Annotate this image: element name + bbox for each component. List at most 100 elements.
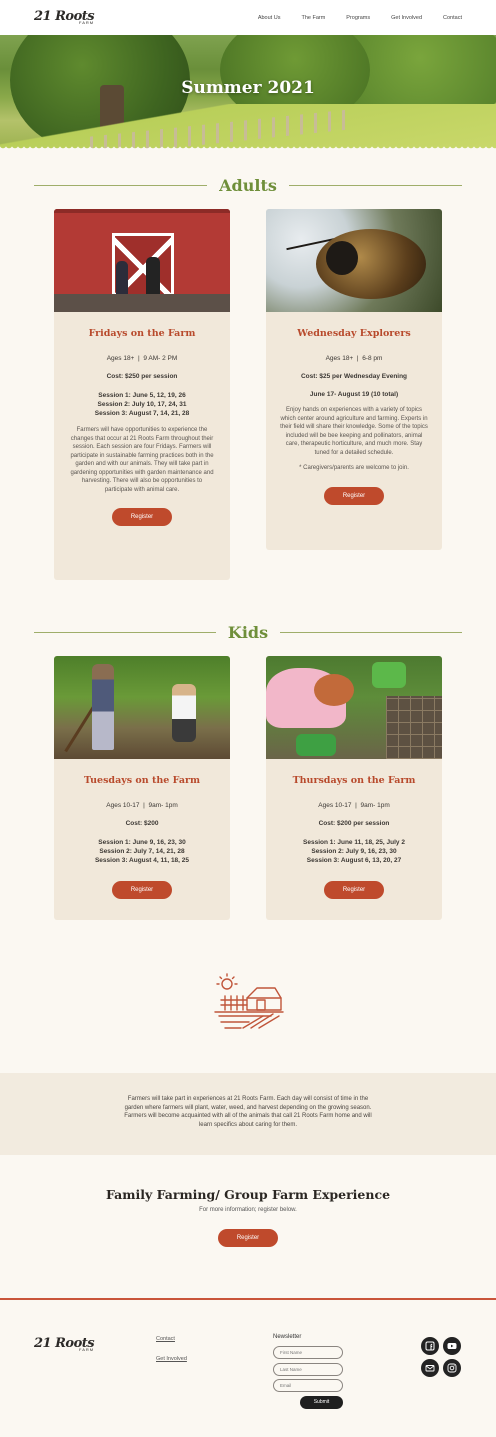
photo-detail: [314, 674, 354, 706]
nav-about-us[interactable]: About Us: [258, 15, 281, 21]
card-cost: Cost: $200: [125, 820, 159, 827]
adults-title: Adults: [219, 176, 277, 195]
farm-barn-icon: [214, 973, 284, 1029]
footer-logo[interactable]: 21 Roots FARM: [34, 1337, 95, 1352]
newsletter-label: Newsletter: [273, 1334, 302, 1340]
program-card-wednesday: Wednesday Explorers Ages 18+ | 6-8 pm Co…: [266, 209, 442, 550]
garden-watering-photo: [266, 656, 442, 759]
card-dates: June 17- August 19 (10 total): [309, 391, 399, 398]
site-header: 21 Roots FARM About Us The Farm Programs…: [0, 0, 496, 35]
session-line: Session 3: August 6, 13, 20, 27: [306, 857, 402, 864]
session-line: Session 1: June 9, 16, 23, 30: [98, 839, 186, 846]
separator: |: [355, 802, 357, 809]
photo-detail: [326, 241, 358, 275]
card-ages: Ages 18+: [106, 355, 135, 362]
separator: |: [356, 355, 359, 362]
first-name-field[interactable]: [273, 1346, 343, 1359]
kids-heading: Kids: [34, 623, 462, 642]
card-schedule: Ages 18+ | 9 AM- 2 PM: [54, 355, 230, 362]
footer-link-contact[interactable]: Contact: [156, 1336, 175, 1342]
button-wrap: Register: [54, 508, 230, 526]
family-title: Family Farming/ Group Farm Experience: [105, 1187, 391, 1202]
card-schedule: Ages 10-17 | 9am- 1pm: [266, 802, 442, 809]
register-button[interactable]: Register: [112, 508, 172, 526]
hero-torn-edge: [0, 145, 496, 153]
card-sessions: Session 1: June 9, 16, 23, 30 Session 2:…: [54, 838, 230, 865]
logo-subtext: FARM: [78, 1347, 95, 1352]
adults-heading: Adults: [34, 176, 462, 195]
divider-line: [280, 632, 462, 633]
card-schedule: Ages 10-17 | 9am- 1pm: [54, 802, 230, 809]
divider-line: [288, 185, 462, 186]
bee-photo: [266, 209, 442, 312]
card-time: 6-8 pm: [362, 355, 383, 362]
facebook-link[interactable]: [421, 1337, 439, 1355]
card-ages: Ages 10-17: [318, 802, 352, 809]
email-field[interactable]: [273, 1379, 343, 1392]
register-button[interactable]: Register: [112, 881, 172, 899]
card-note: * Caregivers/parents are welcome to join…: [299, 465, 409, 471]
separator: |: [143, 802, 145, 809]
garden-hoeing-photo: [54, 656, 230, 759]
kids-title: Kids: [227, 623, 269, 642]
nav-the-farm[interactable]: The Farm: [301, 15, 325, 21]
instagram-link[interactable]: [443, 1359, 461, 1377]
card-time: 9 AM- 2 PM: [143, 355, 178, 362]
nav-programs[interactable]: Programs: [346, 15, 370, 21]
button-wrap: Register: [266, 881, 442, 899]
logo-subtext: FARM: [78, 20, 95, 25]
footer-divider: [0, 1298, 496, 1300]
family-register-button[interactable]: Register: [218, 1229, 278, 1247]
card-title: Fridays on the Farm: [88, 328, 196, 339]
info-band: Farmers will take part in experiences at…: [0, 1073, 496, 1155]
register-button[interactable]: Register: [324, 881, 384, 899]
photo-detail: [54, 294, 230, 312]
session-line: Session 2: July 9, 16, 23, 30: [311, 848, 397, 855]
photo-detail: [386, 696, 442, 759]
submit-button[interactable]: Submit: [300, 1396, 343, 1409]
photo-detail: [372, 662, 406, 688]
session-line: Session 1: June 5, 12, 19, 26: [98, 392, 186, 399]
register-button[interactable]: Register: [324, 487, 384, 505]
card-description: Enjoy hands on experiences with a variet…: [280, 407, 428, 456]
nav-get-involved[interactable]: Get Involved: [391, 15, 422, 21]
photo-detail: [92, 664, 114, 750]
program-card-tuesdays: Tuesdays on the Farm Ages 10-17 | 9am- 1…: [54, 656, 230, 920]
separator: |: [137, 355, 140, 362]
card-sessions: Session 1: June 11, 18, 25, July 2 Sessi…: [266, 838, 442, 865]
email-link[interactable]: [421, 1359, 439, 1377]
main-nav: About Us The Farm Programs Get Involved …: [237, 15, 462, 21]
session-line: Session 2: July 10, 17, 24, 31: [97, 401, 187, 408]
button-wrap: Register: [266, 487, 442, 505]
footer-link-get-involved[interactable]: Get Involved: [156, 1356, 187, 1362]
card-description: Farmers will have opportunities to exper…: [70, 427, 214, 493]
photo-detail: [172, 684, 196, 742]
card-ages: Ages 10-17: [106, 802, 140, 809]
divider-line: [34, 185, 208, 186]
session-line: Session 1: June 11, 18, 25, July 2: [303, 839, 405, 846]
card-time: 9am- 1pm: [148, 802, 178, 809]
last-name-field[interactable]: [273, 1363, 343, 1376]
card-sessions: Session 1: June 5, 12, 19, 26 Session 2:…: [54, 391, 230, 418]
site-logo[interactable]: 21 Roots FARM: [34, 10, 95, 25]
youtube-icon: [447, 1343, 457, 1349]
nav-contact[interactable]: Contact: [443, 15, 462, 21]
program-card-thursdays: Thursdays on the Farm Ages 10-17 | 9am- …: [266, 656, 442, 920]
card-schedule: Ages 18+ | 6-8 pm: [266, 355, 442, 362]
instagram-icon: [447, 1363, 457, 1373]
family-subtitle: For more information; register below.: [199, 1207, 297, 1213]
card-cost: Cost: $250 per session: [106, 373, 178, 380]
card-cost: Cost: $25 per Wednesday Evening: [300, 373, 408, 380]
youtube-link[interactable]: [443, 1337, 461, 1355]
email-icon: [425, 1365, 435, 1372]
hero-title: Summer 2021: [181, 78, 315, 98]
card-title: Tuesdays on the Farm: [83, 775, 201, 786]
program-card-fridays: Fridays on the Farm Ages 18+ | 9 AM- 2 P…: [54, 209, 230, 580]
card-title: Wednesday Explorers: [297, 328, 411, 339]
photo-detail: [54, 209, 230, 213]
button-wrap: Register: [218, 1229, 278, 1247]
session-line: Session 3: August 7, 14, 21, 28: [94, 410, 190, 417]
button-wrap: Register: [54, 881, 230, 899]
card-time: 9am- 1pm: [360, 802, 390, 809]
info-text: Farmers will take part in experiences at…: [124, 1096, 372, 1128]
